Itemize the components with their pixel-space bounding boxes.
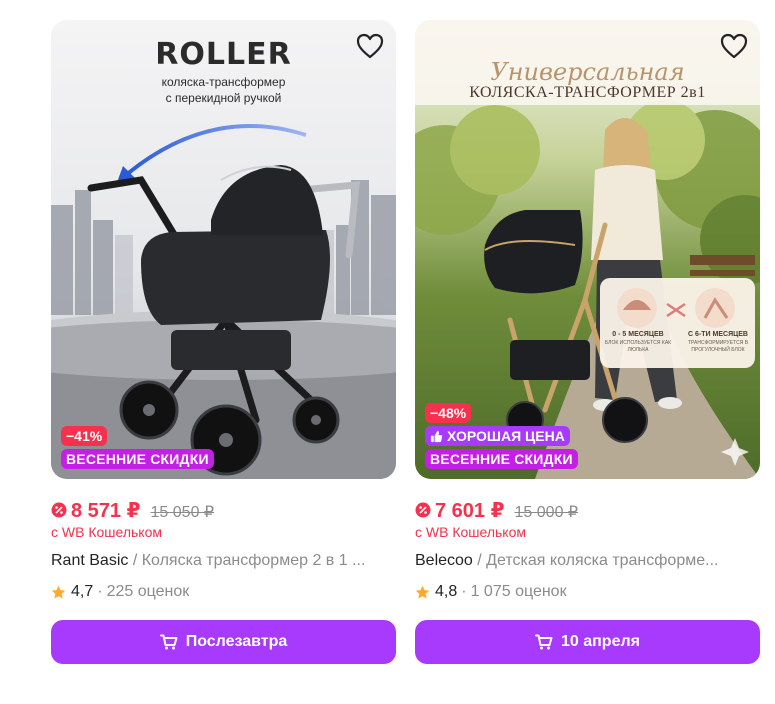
promo-badge: ВЕСЕННИЕ СКИДКИ: [61, 449, 214, 469]
brand-name: Belecoo: [415, 552, 473, 569]
add-to-cart-button[interactable]: Послезавтра: [51, 620, 396, 664]
reviews-count: 225 оценок: [106, 583, 190, 600]
discount-badge: −41%: [61, 426, 108, 446]
add-to-cart-button[interactable]: 10 апреля: [415, 620, 760, 664]
good-price-badge: ХОРОШАЯ ЦЕНА: [425, 426, 570, 446]
rating-dot: ·: [97, 583, 103, 600]
wallet-discount-icon: [415, 502, 431, 518]
heart-outline-icon: [720, 33, 748, 59]
rating-row: 4,8 · 1 075 оценок: [415, 582, 760, 602]
info-left: 0 - 5 МЕСЯЦЕВ БЛОК ИСПОЛЬЗУЕТСЯ КАК ЛЮЛЬ…: [604, 331, 672, 353]
title-separator: /: [472, 552, 487, 569]
star-icon: [415, 585, 430, 599]
product-name: Детская коляска трансформе...: [486, 552, 719, 569]
headline-caps: КОЛЯСКА-ТРАНСФОРМЕР 2в1: [469, 84, 706, 101]
headline-script: Универсальная: [490, 58, 685, 86]
product-title[interactable]: Belecoo / Детская коляска трансформе...: [415, 550, 760, 572]
heart-outline-icon: [356, 33, 384, 59]
reviews-count: 1 075 оценок: [470, 583, 567, 600]
cart-icon: [535, 634, 553, 650]
favorite-button[interactable]: [718, 30, 750, 62]
price-row: 8 571 ₽ 15 050 ₽: [51, 498, 396, 522]
wallet-note: с WB Кошельком: [415, 524, 526, 540]
star-icon: [51, 585, 66, 599]
thumbs-up-icon: [430, 430, 443, 442]
roller-subtitle: коляска-трансформер с перекидной ручкой: [161, 75, 286, 105]
product-name: Коляска трансформер 2 в 1 ...: [141, 552, 366, 569]
current-price: 8 571 ₽: [71, 500, 141, 522]
rating-dot: ·: [461, 583, 467, 600]
good-price-label: ХОРОШАЯ ЦЕНА: [447, 428, 565, 444]
promo-badge: ВЕСЕННИЕ СКИДКИ: [425, 449, 578, 469]
current-price: 7 601 ₽: [435, 500, 505, 522]
rating-row: 4,7 · 225 оценок: [51, 582, 396, 602]
old-price: 15 050 ₽: [150, 504, 215, 521]
product-card[interactable]: ROLLER коляска-трансформер с перекидной …: [51, 20, 396, 664]
product-title[interactable]: Rant Basic / Коляска трансформер 2 в 1 .…: [51, 550, 396, 572]
product-photo[interactable]: Универсальная КОЛЯСКА-ТРАНСФОРМЕР 2в1 0 …: [415, 20, 760, 479]
wallet-note: с WB Кошельком: [51, 524, 162, 540]
brand-name: Rant Basic: [51, 552, 129, 569]
favorite-button[interactable]: [354, 30, 386, 62]
product-card[interactable]: Универсальная КОЛЯСКА-ТРАНСФОРМЕР 2в1 0 …: [415, 20, 760, 664]
cta-label: 10 апреля: [561, 633, 640, 650]
price-row: 7 601 ₽ 15 000 ₽: [415, 498, 760, 522]
roller-logo: ROLLER: [155, 37, 292, 72]
old-price: 15 000 ₽: [514, 504, 579, 521]
info-right: С 6-ТИ МЕСЯЦЕВ ТРАНСФОРМИРУЕТСЯ В ПРОГУЛ…: [687, 331, 749, 353]
rating-value: 4,7: [71, 583, 94, 600]
discount-badge: −48%: [425, 403, 472, 423]
title-separator: /: [128, 552, 142, 569]
product-photo[interactable]: ROLLER коляска-трансформер с перекидной …: [51, 20, 396, 479]
wallet-discount-icon: [51, 502, 67, 518]
rating-value: 4,8: [435, 583, 458, 600]
cta-label: Послезавтра: [185, 633, 288, 650]
cart-icon: [159, 634, 178, 650]
